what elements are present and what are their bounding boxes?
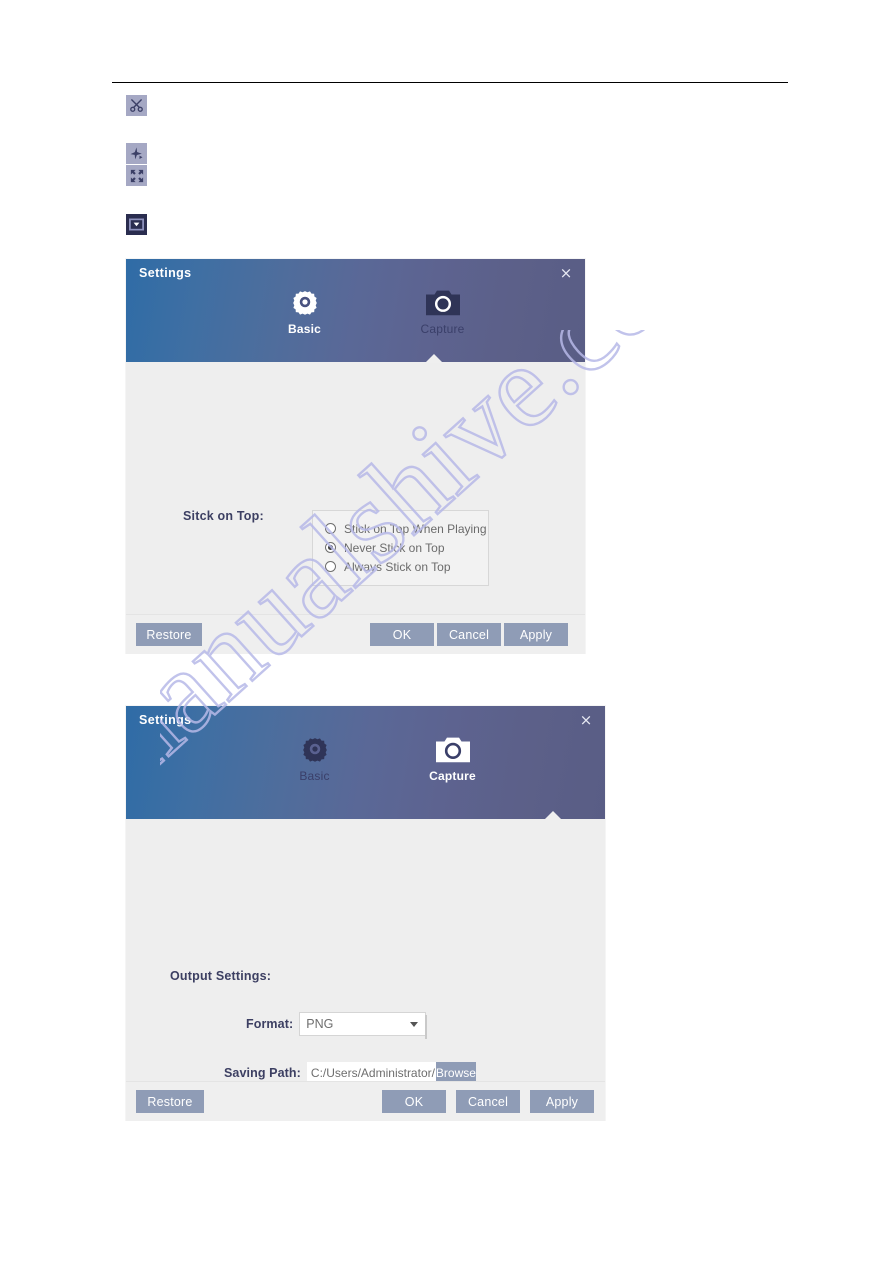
dialog-footer: Restore OK Cancel Apply — [126, 1081, 605, 1121]
gear-icon — [300, 732, 330, 766]
tab-basic-label: Basic — [287, 322, 322, 336]
format-selected-value: PNG — [306, 1017, 334, 1031]
tab-capture-label: Capture — [429, 769, 476, 783]
stick-on-top-label: Sitck on Top: — [183, 509, 264, 523]
camera-icon — [425, 285, 460, 319]
apply-button[interactable]: Apply — [530, 1090, 594, 1113]
radio-stick-when-playing[interactable]: Stick on Top When Playing — [313, 519, 488, 538]
format-select[interactable]: PNG — [299, 1012, 428, 1039]
radio-icon — [325, 523, 336, 534]
ok-button[interactable]: OK — [382, 1090, 446, 1113]
dialog-tabs: Basic Capture — [126, 732, 605, 783]
tab-basic[interactable]: Basic — [278, 732, 352, 783]
pin-top-icon[interactable] — [126, 143, 147, 164]
camera-icon — [435, 732, 470, 766]
close-icon[interactable]: × — [579, 713, 593, 728]
restore-button[interactable]: Restore — [136, 623, 202, 646]
dialog-title: Settings — [139, 266, 192, 280]
cancel-button[interactable]: Cancel — [456, 1090, 520, 1113]
tab-capture[interactable]: Capture — [416, 732, 490, 783]
fullscreen-icon[interactable] — [126, 165, 147, 186]
dialog-title: Settings — [139, 713, 192, 727]
radio-label: Always Stick on Top — [344, 559, 451, 574]
gear-icon — [290, 285, 320, 319]
tab-capture[interactable]: Capture — [406, 285, 480, 336]
restore-button[interactable]: Restore — [136, 1090, 204, 1113]
playlist-panel-icon[interactable] — [126, 214, 147, 235]
radio-icon — [325, 561, 336, 572]
dialog-body: Output Settings: Format: PNG Saving Path… — [126, 819, 605, 1084]
dialog-footer: Restore OK Cancel Apply — [126, 614, 585, 654]
tab-basic[interactable]: Basic — [268, 285, 342, 336]
page-header-rule — [112, 82, 788, 83]
radio-label: Never Stick on Top — [344, 540, 445, 555]
dialog-tabs: Basic Capture — [126, 285, 585, 336]
dialog-body: Sitck on Top: Stick on Top When Playing … — [126, 362, 585, 644]
saving-path-value: C:/Users/Administrator/ — [310, 1066, 435, 1080]
select-shadow — [425, 1015, 428, 1039]
dialog-header: Settings × Basic Capture — [126, 259, 585, 363]
tab-basic-label: Basic — [299, 769, 330, 783]
ok-button[interactable]: OK — [370, 623, 434, 646]
stick-on-top-radio-group: Stick on Top When Playing Never Stick on… — [312, 510, 489, 586]
cancel-button[interactable]: Cancel — [437, 623, 501, 646]
output-settings-label: Output Settings: — [170, 969, 272, 983]
settings-dialog-basic: Settings × Basic Capture Sitck on Top: S… — [126, 259, 585, 654]
apply-button[interactable]: Apply — [504, 623, 568, 646]
format-row: Format: PNG — [246, 1012, 428, 1039]
tab-capture-label: Capture — [420, 322, 465, 336]
radio-never-stick[interactable]: Never Stick on Top — [313, 538, 488, 557]
radio-label: Stick on Top When Playing — [344, 521, 487, 536]
radio-always-stick[interactable]: Always Stick on Top — [313, 557, 488, 576]
close-icon[interactable]: × — [559, 266, 573, 281]
dialog-header: Settings × Basic Capture — [126, 706, 605, 820]
format-label: Format: — [246, 1017, 294, 1031]
scissors-icon[interactable] — [126, 95, 147, 116]
radio-icon-selected — [325, 542, 336, 553]
chevron-down-icon — [410, 1022, 419, 1027]
settings-dialog-capture: Settings × Basic Capture Output Settings… — [126, 706, 605, 1121]
saving-path-label: Saving Path: — [224, 1066, 301, 1080]
